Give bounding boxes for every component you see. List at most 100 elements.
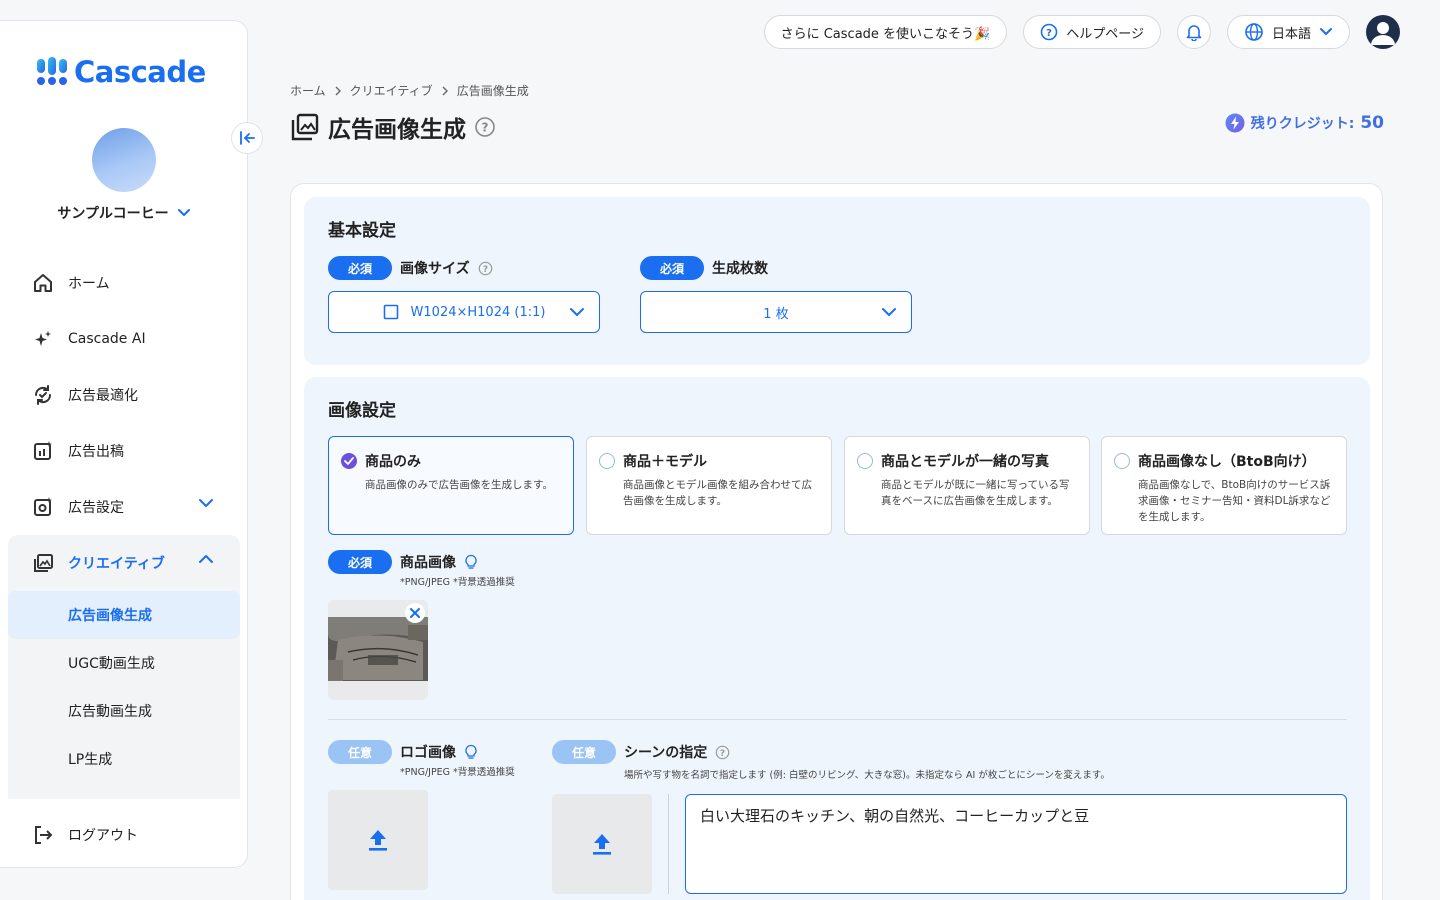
sidebar-item-label: クリエイティブ: [68, 556, 165, 572]
chevron-down-icon: [570, 308, 584, 316]
sidebar-item-label: 広告最適化: [68, 388, 138, 404]
scene-hint: 場所や写す物を名詞で指定します (例: 白壁のリビング、大きな窓)。未指定なら …: [624, 770, 1110, 781]
sidebar-item-label: ホーム: [68, 276, 110, 292]
notifications-button[interactable]: [1176, 15, 1211, 49]
breadcrumb-item-current: 広告画像生成: [456, 84, 529, 98]
help-circle-icon[interactable]: ?: [474, 116, 496, 138]
logout-icon: [32, 824, 54, 846]
help-circle-icon[interactable]: ?: [715, 745, 730, 760]
credits-value: 50: [1360, 113, 1384, 133]
logo-image-label-row: 任意 ロゴ画像: [328, 740, 478, 764]
radio-icon: [1114, 453, 1130, 469]
collapse-sidebar-button[interactable]: [231, 122, 263, 154]
option-desc: 商品画像なしで、BtoB向けのサービス訴求画像・セミナー告知・資料DL訴求などを…: [1138, 479, 1331, 523]
upload-icon: [369, 830, 387, 851]
sidebar-subitem-ugc-video[interactable]: UGC動画生成: [8, 639, 240, 687]
help-page-button[interactable]: ? ヘルプページ: [1023, 15, 1161, 49]
required-badge: 必須: [328, 256, 392, 280]
image-size-select[interactable]: W1024×H1024 (1:1): [328, 291, 600, 333]
sidebar-item-cascade-ai[interactable]: Cascade AI: [8, 311, 240, 367]
lightbulb-icon[interactable]: [464, 744, 478, 760]
chevron-down-icon: [882, 308, 896, 316]
remaining-credits: 残りクレジット: 50: [1225, 113, 1384, 133]
language-select[interactable]: 日本語: [1226, 15, 1350, 49]
count-select[interactable]: 1 枚: [640, 291, 912, 333]
radio-icon: [857, 453, 873, 469]
option-title: 商品のみ: [365, 454, 421, 470]
sidebar-item-label: Cascade AI: [68, 331, 146, 347]
optional-badge: 任意: [328, 740, 392, 764]
lightning-icon: [1225, 113, 1245, 133]
chevron-down-icon: [199, 499, 213, 507]
option-title: 商品とモデルが一緒の写真: [881, 454, 1049, 470]
bell-icon: [1186, 25, 1202, 41]
option-no-product-btob[interactable]: 商品画像なし（BtoB向け） 商品画像なしで、BtoB向けのサービス訴求画像・セ…: [1101, 436, 1347, 535]
count-label: 生成枚数: [712, 261, 768, 277]
collapse-left-icon: [240, 131, 255, 145]
scene-upload-button[interactable]: [552, 794, 652, 894]
logo[interactable]: Cascade: [36, 55, 206, 89]
promo-label: さらに Cascade を使いこなそう🎉: [780, 26, 991, 42]
remove-image-button[interactable]: [405, 603, 425, 623]
option-desc: 商品とモデルが既に一緒に写っている写真をベースに広告画像を生成します。: [881, 479, 1070, 507]
option-product-only[interactable]: 商品のみ 商品画像のみで広告画像を生成します。: [328, 436, 574, 535]
required-badge: 必須: [640, 256, 704, 280]
close-icon: [410, 608, 420, 618]
page-title: 広告画像生成: [328, 117, 466, 143]
image-gallery-icon: [291, 113, 319, 141]
sidebar-nav: ホーム Cascade AI 広告最適化 広告出稿 広告設定 クリエイティブ 広…: [8, 255, 240, 799]
creative-icon: [32, 552, 54, 574]
group-padding: [8, 783, 240, 799]
product-image-label: 商品画像: [400, 555, 456, 571]
upload-icon: [593, 834, 611, 855]
option-product-model[interactable]: 商品＋モデル 商品画像とモデル画像を組み合わせて広告画像を生成します。: [586, 436, 832, 535]
lightbulb-icon[interactable]: [464, 554, 478, 570]
vertical-divider: [668, 794, 669, 894]
sidebar-item-ad-publish[interactable]: 広告出稿: [8, 423, 240, 479]
optimize-icon: [32, 384, 54, 406]
option-product-with-model-photo[interactable]: 商品とモデルが一緒の写真 商品とモデルが既に一緒に写っている写真をベースに広告画…: [844, 436, 1090, 535]
topbar: さらに Cascade を使いこなそう🎉 ? ヘルプページ 日本語: [763, 15, 1400, 49]
svg-text:?: ?: [482, 265, 487, 275]
user-icon: [1371, 22, 1395, 45]
sidebar-item-ad-optimization[interactable]: 広告最適化: [8, 367, 240, 423]
option-desc: 商品画像のみで広告画像を生成します。: [365, 479, 553, 491]
sidebar-item-label: 広告出稿: [68, 444, 124, 460]
publish-icon: [32, 440, 54, 462]
promo-button[interactable]: さらに Cascade を使いこなそう🎉: [763, 15, 1008, 49]
required-badge: 必須: [328, 550, 392, 574]
section-title: 基本設定: [328, 221, 396, 241]
help-circle-icon[interactable]: ?: [478, 261, 493, 276]
section-title: 画像設定: [328, 401, 396, 421]
chevron-right-icon: [442, 86, 448, 95]
product-image-hint: *PNG/JPEG *背景透過推奨: [400, 577, 515, 588]
logo-upload-button[interactable]: [328, 790, 428, 890]
option-desc: 商品画像とモデル画像を組み合わせて広告画像を生成します。: [623, 479, 812, 507]
home-icon: [32, 272, 54, 294]
svg-text:?: ?: [482, 121, 489, 135]
optional-badge: 任意: [552, 740, 616, 764]
sidebar-subitem-ad-video[interactable]: 広告動画生成: [8, 687, 240, 735]
sidebar-subitem-ad-image[interactable]: 広告画像生成: [8, 591, 240, 639]
logout-label: ログアウト: [68, 828, 138, 844]
scene-textarea[interactable]: 白い大理石のキッチン、朝の自然光、コーヒーカップと豆: [685, 794, 1347, 894]
sidebar-item-home[interactable]: ホーム: [8, 255, 240, 311]
organization-switcher[interactable]: サンプルコーヒー: [0, 203, 248, 223]
logo-image-label: ロゴ画像: [400, 745, 456, 761]
organization-name: サンプルコーヒー: [57, 206, 169, 222]
sidebar-group-creative: クリエイティブ 広告画像生成 UGC動画生成 広告動画生成 LP生成: [8, 535, 240, 799]
logout-button[interactable]: ログアウト: [8, 807, 240, 863]
logo-text: Cascade: [74, 55, 206, 89]
sidebar-item-ad-settings[interactable]: 広告設定: [8, 479, 240, 535]
sidebar-subitem-lp[interactable]: LP生成: [8, 735, 240, 783]
chevron-right-icon: [335, 86, 341, 95]
user-avatar[interactable]: [1366, 15, 1400, 49]
product-image-thumbnail[interactable]: [328, 600, 428, 700]
divider: [328, 719, 1347, 720]
product-image-label-row: 必須 商品画像: [328, 550, 478, 574]
basic-settings-section: 基本設定 必須 画像サイズ ? W1024×H1024 (1:1) 必須 生成枚…: [304, 197, 1370, 365]
breadcrumb-item[interactable]: クリエイティブ: [350, 82, 433, 99]
breadcrumb-item[interactable]: ホーム: [290, 82, 326, 99]
sidebar-item-creative[interactable]: クリエイティブ: [8, 535, 240, 591]
image-size-label: 画像サイズ: [400, 261, 470, 277]
